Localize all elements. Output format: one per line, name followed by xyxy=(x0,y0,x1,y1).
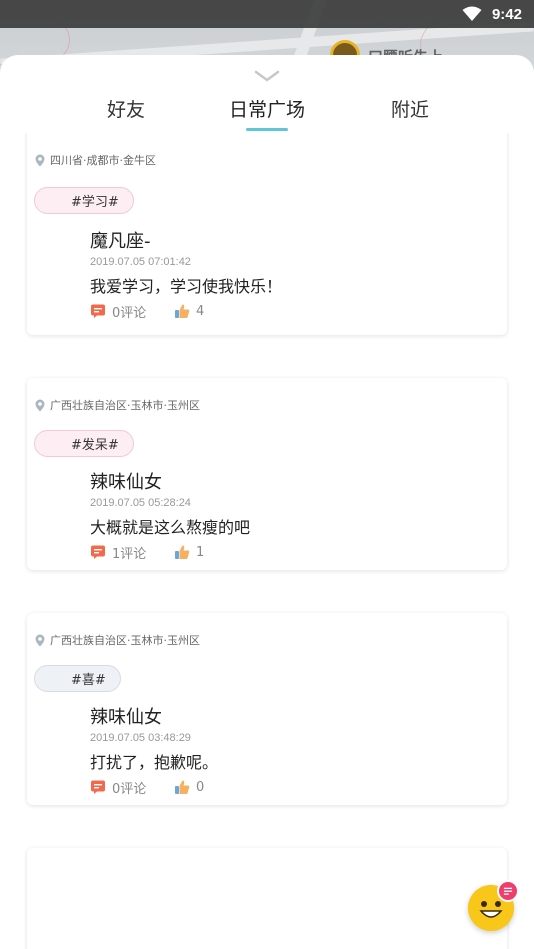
like-count: 0 xyxy=(196,779,205,795)
comment-count: 0评论 xyxy=(112,781,147,797)
post-actions: 1评论 1 xyxy=(90,543,204,562)
comment-count: 1评论 xyxy=(112,546,147,562)
location-text: 广西壮族自治区·玉林市·玉州区 xyxy=(50,399,200,412)
comment-button[interactable]: 0评论 xyxy=(90,778,174,797)
post-username[interactable]: 辣味仙女 xyxy=(90,703,162,729)
topic-tag[interactable]: #喜# xyxy=(34,665,121,692)
location-pin-icon xyxy=(35,634,45,646)
post-timestamp: 2019.07.05 07:01:42 xyxy=(90,256,191,268)
like-count: 1 xyxy=(196,544,205,560)
like-button[interactable]: 4 xyxy=(174,303,204,319)
post-timestamp: 2019.07.05 03:48:29 xyxy=(90,732,191,744)
post-actions: 0评论 0 xyxy=(90,778,204,797)
tab-daily-square[interactable]: 日常广场 xyxy=(219,95,315,122)
location-text: 四川省·成都市·金牛区 xyxy=(50,154,156,167)
status-time: 9:42 xyxy=(491,5,522,23)
post-content: 我爱学习，学习使我快乐！ xyxy=(90,277,283,296)
location-pin-icon xyxy=(35,154,45,166)
topic-tag[interactable]: #学习# xyxy=(34,187,134,214)
thumbs-up-icon xyxy=(175,304,190,318)
thumbs-up-icon xyxy=(175,780,190,794)
post-location: 广西壮族自治区·玉林市·玉州区 xyxy=(35,632,200,648)
post-timestamp: 2019.07.05 05:28:24 xyxy=(90,497,191,509)
post-card[interactable]: 广西壮族自治区·玉林市·玉州区 #喜# 辣味仙女 2019.07.05 03:4… xyxy=(27,613,507,805)
topic-tag[interactable]: #发呆# xyxy=(34,430,134,457)
like-button[interactable]: 1 xyxy=(174,544,204,560)
comment-button[interactable]: 1评论 xyxy=(90,543,174,562)
chevron-down-icon[interactable] xyxy=(254,69,280,83)
status-bar: 9:42 xyxy=(0,0,534,28)
thumbs-up-icon xyxy=(175,545,190,559)
like-count: 4 xyxy=(196,303,205,319)
post-username[interactable]: 魔凡座- xyxy=(90,227,151,253)
active-tab-indicator xyxy=(246,128,288,131)
comment-count: 0评论 xyxy=(112,305,147,321)
location-pin-icon xyxy=(35,399,45,411)
message-badge-icon xyxy=(497,880,519,902)
comment-icon xyxy=(91,304,105,318)
bottom-sheet: 好友 日常广场 附近 四川省·成都市·金牛区 #学习# 魔凡座- 2019.07… xyxy=(0,55,534,949)
like-button[interactable]: 0 xyxy=(174,779,204,795)
post-location: 广西壮族自治区·玉林市·玉州区 xyxy=(35,397,200,413)
location-text: 广西壮族自治区·玉林市·玉州区 xyxy=(50,634,200,647)
post-feed[interactable]: 四川省·成都市·金牛区 #学习# 魔凡座- 2019.07.05 07:01:4… xyxy=(0,133,534,949)
post-location: 四川省·成都市·金牛区 xyxy=(35,152,156,168)
wifi-icon xyxy=(462,6,482,21)
comment-icon xyxy=(91,545,105,559)
post-card[interactable] xyxy=(27,848,507,949)
post-content: 大概就是这么熬瘦的吧 xyxy=(90,518,251,537)
comment-icon xyxy=(91,780,105,794)
post-content: 打扰了，抱歉呢。 xyxy=(90,753,219,772)
post-username[interactable]: 辣味仙女 xyxy=(90,468,162,494)
post-actions: 0评论 4 xyxy=(90,302,204,321)
post-card[interactable]: 广西壮族自治区·玉林市·玉州区 #发呆# 辣味仙女 2019.07.05 05:… xyxy=(27,378,507,570)
tab-friends[interactable]: 好友 xyxy=(96,95,156,122)
post-card[interactable]: 四川省·成都市·金牛区 #学习# 魔凡座- 2019.07.05 07:01:4… xyxy=(27,133,507,335)
tab-nearby[interactable]: 附近 xyxy=(380,95,440,122)
comment-button[interactable]: 0评论 xyxy=(90,302,174,321)
